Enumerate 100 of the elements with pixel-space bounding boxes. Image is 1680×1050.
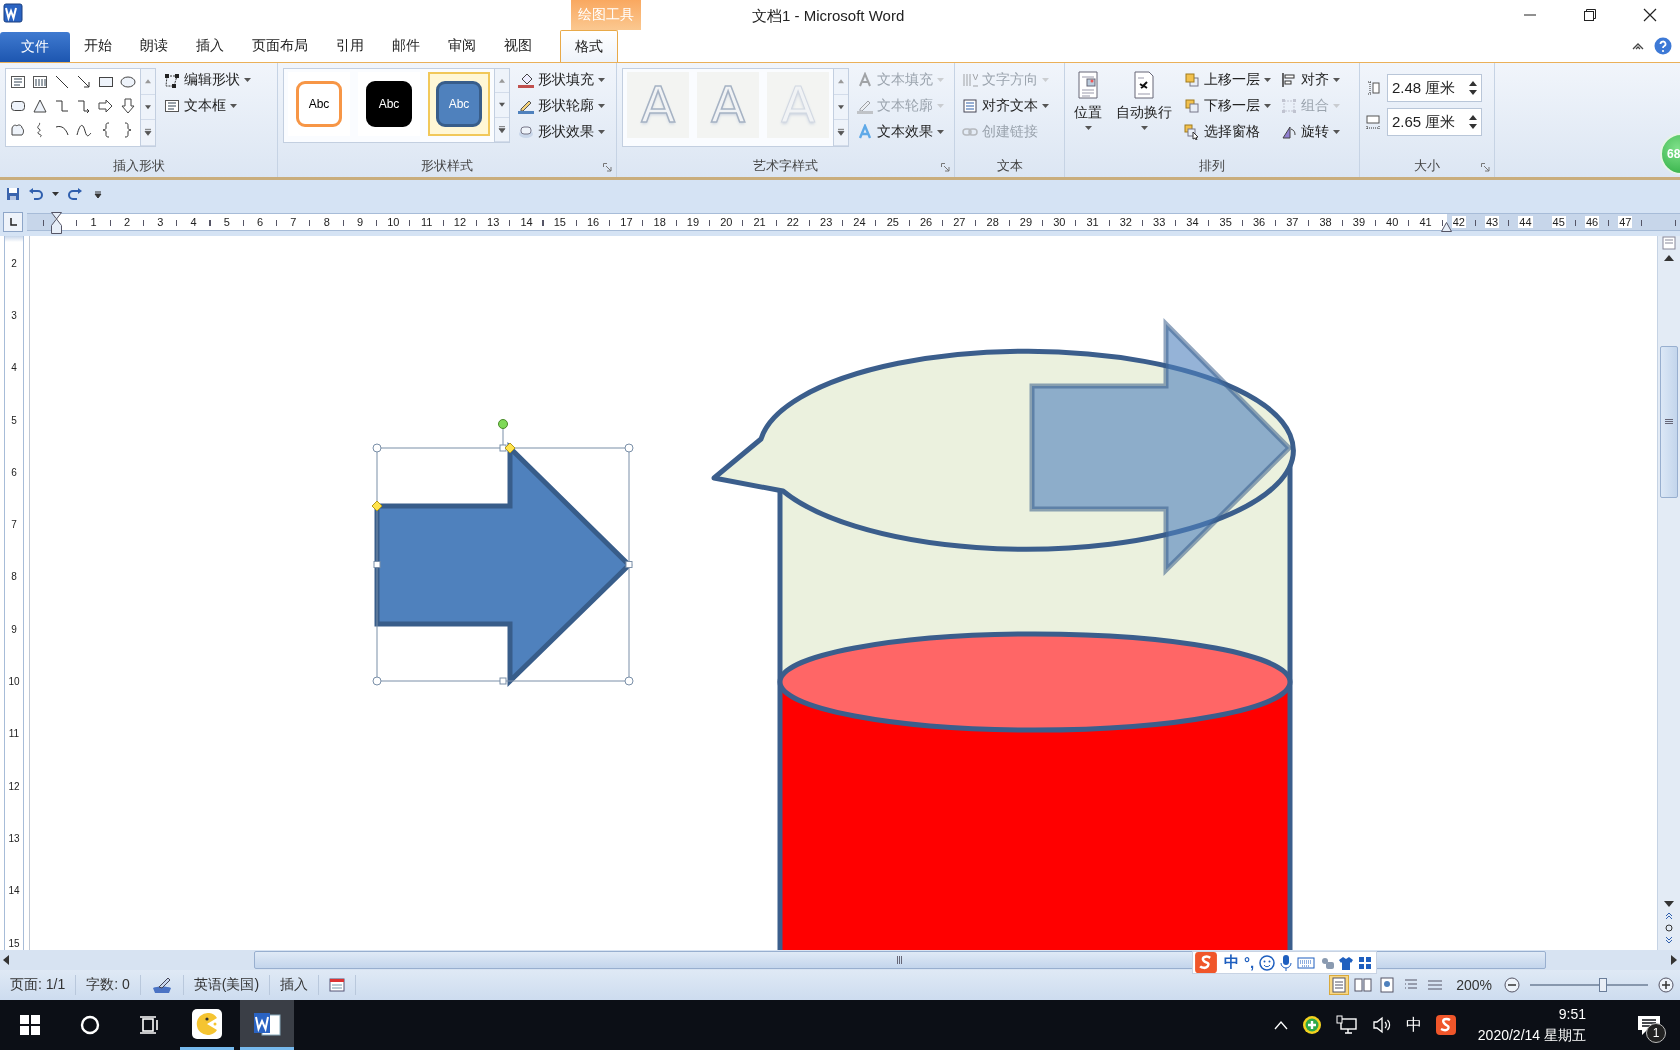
ruler-number: 2 — [10, 256, 18, 271]
ribbon-tab[interactable]: 开始 — [70, 30, 126, 62]
tab-selector[interactable] — [3, 212, 23, 232]
ribbon-tab[interactable]: 格式 — [560, 30, 618, 62]
security-icon[interactable] — [1301, 1015, 1322, 1035]
dialog-launcher-icon[interactable] — [941, 163, 950, 172]
ribbon-command[interactable]: 编辑形状 — [162, 68, 253, 91]
ribbon-command[interactable]: 上移一层 — [1182, 68, 1273, 91]
sogou-logo-icon[interactable] — [1193, 952, 1219, 973]
ruler-number: 11 — [7, 727, 21, 742]
zoom-level[interactable]: 200% — [1456, 977, 1492, 993]
macro-icon[interactable] — [329, 978, 346, 992]
style-swatch[interactable]: Abc — [428, 72, 490, 136]
save-icon[interactable] — [6, 187, 20, 201]
toolbox-icon[interactable] — [1358, 955, 1373, 970]
ribbon-tab[interactable]: 朗读 — [126, 30, 182, 62]
input-method-indicator[interactable]: 中 — [1405, 1014, 1422, 1036]
ribbon-command[interactable]: 位置 — [1070, 68, 1106, 132]
freeform-icon[interactable] — [9, 121, 27, 139]
caret-icon — [1333, 77, 1340, 82]
view-button[interactable] — [1330, 976, 1349, 994]
ribbon-command[interactable]: 旋转 — [1279, 120, 1342, 143]
style-swatch[interactable]: Abc — [288, 72, 350, 136]
browse-object-icon[interactable] — [1665, 924, 1673, 932]
ribbon-tab[interactable]: 视图 — [490, 30, 546, 62]
indent-marker-icon[interactable] — [51, 212, 62, 234]
user-icon[interactable] — [1320, 955, 1335, 970]
next-page-icon[interactable] — [1665, 936, 1673, 944]
caret-icon — [1084, 126, 1092, 130]
clock-time[interactable]: 9:51 — [1558, 1005, 1586, 1022]
arrow-line-icon[interactable] — [75, 73, 93, 91]
style-swatch[interactable]: Abc — [358, 72, 420, 136]
ribbon-command[interactable]: 形状轮廓 — [516, 94, 607, 117]
sogou-tray-icon[interactable] — [1435, 1015, 1456, 1035]
zoom-in-button[interactable] — [1658, 977, 1674, 993]
shirt-icon[interactable] — [1339, 955, 1354, 970]
punctuation-mode[interactable]: °, — [1244, 954, 1255, 971]
ruler-number: 35 — [1218, 216, 1233, 228]
ribbon-command[interactable]: 选择窗格 — [1182, 120, 1273, 143]
elbow-connector-icon[interactable] — [53, 97, 71, 115]
view-button[interactable] — [1354, 976, 1373, 994]
ribbon-command[interactable]: 自动换行 — [1112, 68, 1176, 132]
ribbon-command[interactable]: 下移一层 — [1182, 94, 1273, 117]
line-icon[interactable] — [53, 73, 71, 91]
word-count[interactable]: 字数: 0 — [76, 975, 141, 995]
scroll-down-icon[interactable] — [1664, 900, 1674, 908]
text-box-icon[interactable] — [9, 73, 27, 91]
volume-icon[interactable] — [1371, 1016, 1392, 1034]
oval-icon[interactable] — [119, 73, 137, 91]
scroll-thumb[interactable] — [1660, 346, 1678, 498]
spin-field[interactable]: 2.65 厘米 — [1387, 108, 1482, 136]
ruler-number: 18 — [652, 216, 667, 228]
ribbon-command[interactable]: 对齐文本 — [960, 94, 1051, 117]
ribbon-tab[interactable]: 插入 — [182, 30, 238, 62]
zoom-out-button[interactable] — [1504, 977, 1520, 993]
proofing-icon[interactable] — [150, 976, 173, 994]
right-arrow-icon[interactable] — [97, 97, 115, 115]
ribbon-command[interactable]: 文本框 — [162, 94, 253, 117]
scroll-up-icon[interactable] — [1664, 254, 1674, 262]
vertical-text-box-icon[interactable] — [31, 73, 49, 91]
page-count[interactable]: 页面: 1/1 — [0, 975, 77, 995]
file-tab[interactable]: 文件 — [0, 32, 70, 62]
view-button[interactable] — [1378, 976, 1397, 994]
ribbon-command[interactable]: 形状效果 — [516, 120, 607, 143]
notification-button[interactable]: 1 — [1632, 1005, 1666, 1045]
ruler-number: 6 — [10, 465, 18, 480]
clock-date[interactable]: 2020/2/14 星期五 — [1477, 1026, 1586, 1045]
network-icon[interactable] — [1335, 1015, 1358, 1035]
dialog-launcher-icon[interactable] — [603, 163, 612, 172]
insert-mode[interactable]: 插入 — [270, 975, 320, 995]
ribbon-tab[interactable]: 页面布局 — [238, 30, 322, 62]
ruler-number: 29 — [1018, 216, 1034, 228]
ruler-number: 16 — [585, 216, 601, 228]
taskbar-app[interactable] — [240, 1000, 294, 1050]
previous-page-icon[interactable] — [1665, 912, 1673, 920]
minimize-ribbon-icon[interactable] — [1632, 41, 1644, 51]
redo-icon[interactable] — [67, 187, 83, 201]
emoji-icon[interactable] — [1259, 954, 1276, 971]
help-icon[interactable] — [1654, 37, 1672, 55]
triangle-icon[interactable] — [31, 97, 49, 115]
word-logo-icon[interactable] — [3, 3, 23, 23]
ribbon-command[interactable]: 文本效果 — [855, 120, 946, 143]
down-arrow-icon[interactable] — [119, 97, 137, 115]
spin-field[interactable]: 2.48 厘米 — [1387, 74, 1482, 102]
right-indent-icon[interactable] — [1441, 222, 1452, 232]
language-status[interactable]: 英语(美国) — [183, 975, 271, 995]
ribbon-tab[interactable]: 邮件 — [378, 30, 434, 62]
show-hidden-icons-icon[interactable] — [1273, 1020, 1288, 1030]
ribbon-command[interactable]: 对齐 — [1279, 68, 1342, 91]
ime-toolbar[interactable]: 中 °, — [1192, 951, 1378, 974]
slider-thumb[interactable] — [1599, 978, 1608, 992]
ribbon-command[interactable]: 形状填充 — [516, 68, 607, 91]
ime-mode[interactable]: 中 — [1224, 953, 1239, 972]
ribbon-tab[interactable]: 审阅 — [434, 30, 490, 62]
undo-icon[interactable] — [28, 187, 44, 201]
ribbon-tab[interactable]: 引用 — [322, 30, 378, 62]
cylinder-callout-drawing[interactable] — [711, 348, 1296, 950]
arrow-shape[interactable] — [1029, 317, 1293, 576]
dialog-launcher-icon[interactable] — [1481, 163, 1490, 172]
microphone-icon[interactable] — [1280, 954, 1293, 971]
